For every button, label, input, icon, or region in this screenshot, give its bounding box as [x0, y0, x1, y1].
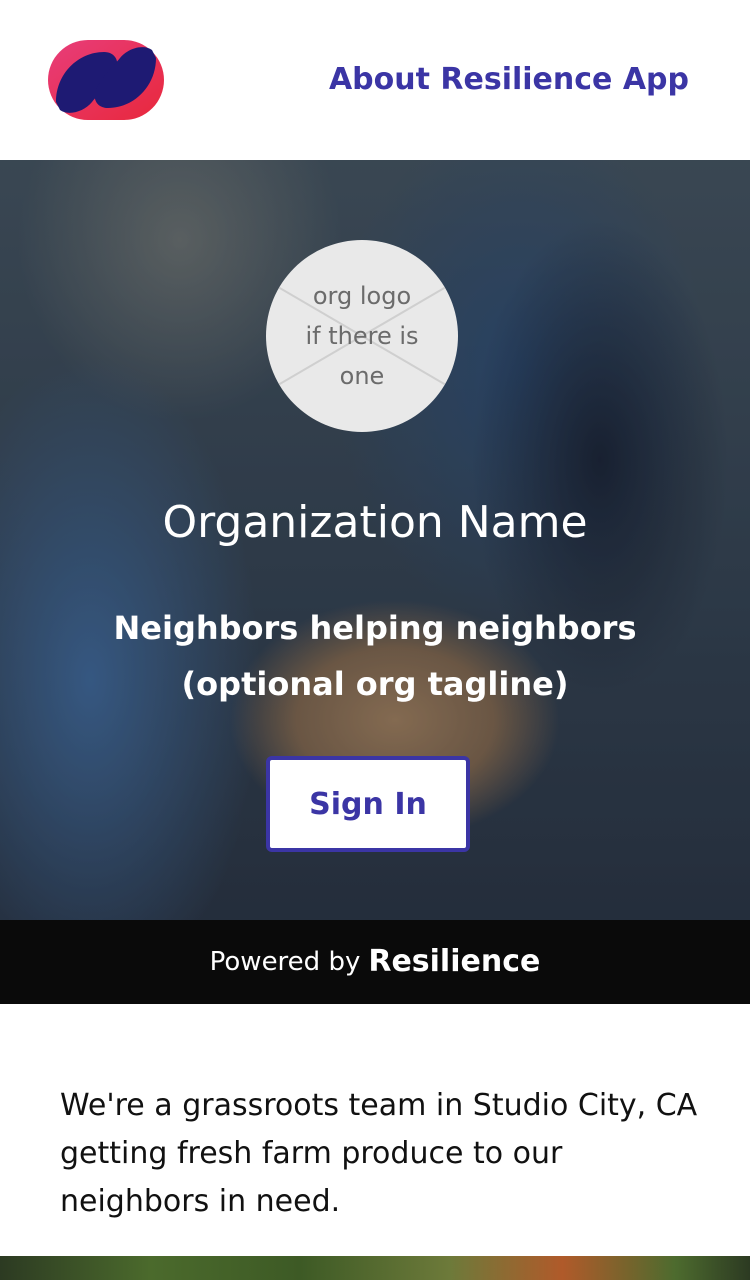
produce-image: [0, 1256, 750, 1280]
powered-by-band: Powered by Resilience: [0, 920, 750, 1004]
header: About Resilience App: [0, 0, 750, 160]
org-name-heading: Organization Name: [162, 497, 588, 548]
about-app-link[interactable]: About Resilience App: [329, 60, 689, 100]
sign-in-button[interactable]: Sign In: [266, 756, 470, 852]
page: About Resilience App org logo if there i…: [0, 0, 750, 1280]
org-logo-placeholder-text: org logo if there is one: [305, 282, 419, 390]
resilience-logo-icon[interactable]: [48, 40, 164, 120]
powered-by-text: Powered by: [209, 947, 361, 977]
org-logo-placeholder: org logo if there is one: [266, 240, 458, 432]
hero-banner: org logo if there is one Organization Na…: [0, 160, 750, 920]
powered-by-brand: Resilience: [368, 944, 541, 979]
org-tagline: Neighbors helping neighbors (optional or…: [113, 609, 637, 703]
org-description: We're a grassroots team in Studio City, …: [60, 1088, 698, 1219]
